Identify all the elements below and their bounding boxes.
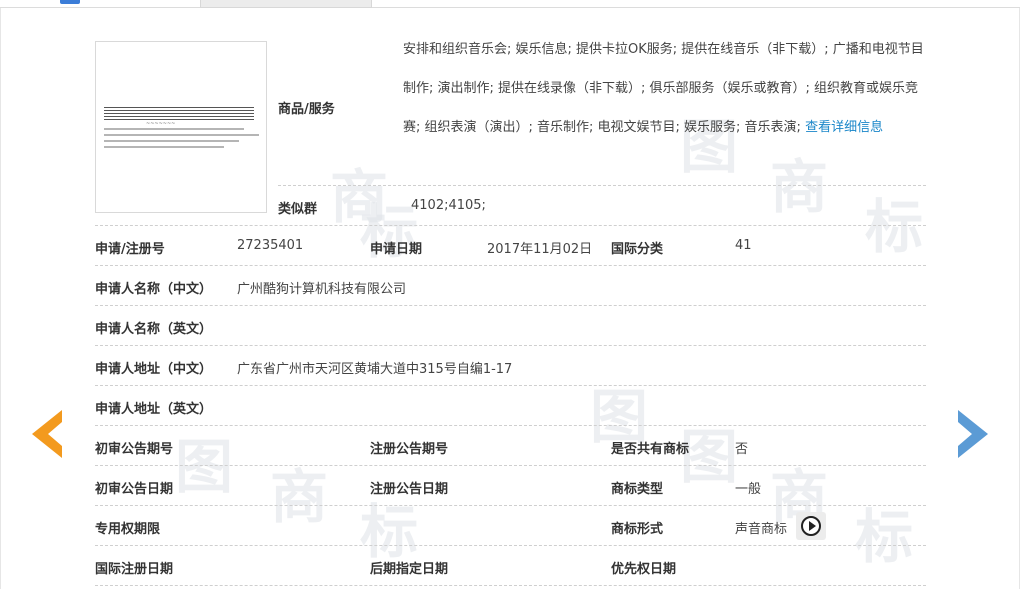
tm-form-value: 声音商标	[735, 522, 788, 537]
apply-date-label: 申请日期	[370, 242, 423, 257]
music-staff-icon	[104, 107, 254, 121]
active-tab-indicator[interactable]	[60, 0, 80, 4]
reg-no-value: 27235401	[237, 238, 304, 253]
divider	[95, 465, 926, 466]
intl-class-value: 41	[735, 238, 752, 253]
reg-issue-label: 注册公告期号	[370, 442, 449, 457]
tm-type-value: 一般	[735, 482, 762, 497]
prev-arrow-icon[interactable]	[30, 408, 64, 460]
divider	[95, 425, 926, 426]
staff-caption: ~~~~~~~	[146, 121, 176, 127]
shared-label: 是否共有商标	[611, 442, 690, 457]
intl-reg-date-label: 国际注册日期	[95, 562, 174, 577]
tm-form-label: 商标形式	[611, 522, 664, 537]
divider	[95, 505, 926, 506]
tab-inactive[interactable]	[200, 0, 372, 8]
tm-type-label: 商标类型	[611, 482, 664, 497]
divider	[95, 345, 926, 346]
priority-date-label: 优先权日期	[611, 562, 677, 577]
similar-group-value: 4102;4105;	[411, 198, 486, 213]
divider	[95, 585, 926, 586]
view-details-link[interactable]: 查看详细信息	[805, 120, 883, 135]
applicant-en-label: 申请人名称（英文）	[95, 322, 213, 337]
goods-text: 安排和组织音乐会; 娱乐信息; 提供卡拉OK服务; 提供在线音乐（非下载）; 广…	[403, 30, 928, 147]
later-date-label: 后期指定日期	[370, 562, 449, 577]
play-icon	[801, 516, 821, 536]
divider	[95, 265, 926, 266]
prelim-issue-label: 初审公告期号	[95, 442, 174, 457]
intl-class-label: 国际分类	[611, 242, 664, 257]
apply-date-value: 2017年11月02日	[487, 242, 593, 257]
image-text-line	[104, 146, 224, 148]
shared-value: 否	[735, 442, 749, 457]
divider	[95, 385, 926, 386]
image-text-line	[104, 128, 244, 130]
play-sound-button[interactable]	[796, 512, 826, 540]
trademark-image[interactable]: ~~~~~~~	[95, 41, 267, 213]
applicant-cn-value: 广州酷狗计算机科技有限公司	[237, 282, 407, 297]
reg-no-label: 申请/注册号	[95, 242, 165, 257]
address-cn-label: 申请人地址（中文）	[95, 362, 213, 377]
divider	[95, 225, 926, 226]
divider	[95, 305, 926, 306]
prelim-date-label: 初审公告日期	[95, 482, 174, 497]
image-text-line	[104, 134, 259, 136]
address-cn-value: 广东省广州市天河区黄埔大道中315号自编1-17	[237, 362, 513, 377]
exclusive-period-label: 专用权期限	[95, 522, 161, 537]
address-en-label: 申请人地址（英文）	[95, 402, 213, 417]
next-arrow-icon[interactable]	[956, 408, 990, 460]
image-text-line	[104, 140, 239, 142]
tab-bar	[0, 0, 1020, 8]
applicant-cn-label: 申请人名称（中文）	[95, 282, 213, 297]
goods-label: 商品/服务	[278, 102, 335, 117]
reg-date-label: 注册公告日期	[370, 482, 449, 497]
divider	[278, 185, 926, 186]
similar-group-label: 类似群	[278, 202, 318, 217]
divider	[95, 545, 926, 546]
